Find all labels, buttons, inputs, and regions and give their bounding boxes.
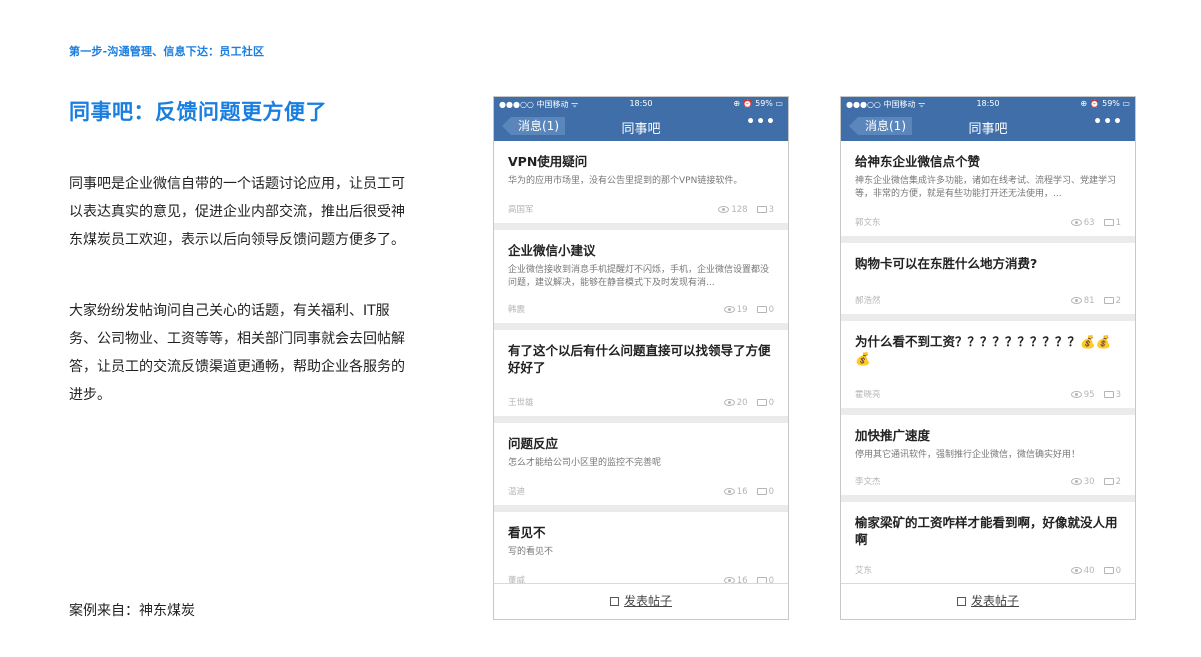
comment-count: 0 — [768, 576, 774, 583]
comment-count: 3 — [1115, 390, 1121, 400]
nav-title: 同事吧 — [621, 122, 661, 137]
comment-icon — [1103, 219, 1114, 226]
compose-post-button[interactable]: 发表帖子 — [494, 583, 788, 619]
post-title: 加快推广速度 — [855, 428, 931, 443]
post-excerpt: 华为的应用市场里，没有公告里提到的那个VPN链接软件。 — [508, 176, 743, 186]
nav-title: 同事吧 — [968, 122, 1008, 137]
post-author: 艾东 — [855, 566, 873, 576]
post-feed: 给神东企业微信点个赞 神东企业微信集成许多功能，诸如在线考试、流程学习、党建学习… — [841, 141, 1135, 583]
status-bar: ●●●○○ 中国移动 ᯤ 18:50 ⊕ ⏰ 59% ▭ — [494, 97, 788, 111]
post-excerpt: 写的看见不 — [508, 547, 554, 557]
view-count: 16 — [736, 487, 748, 497]
post-card[interactable]: 购物卡可以在东胜什么地方消费? 郝浩然 81 2 — [841, 243, 1135, 314]
post-title: 为什么看不到工资？？？？？？？？？？💰💰💰 — [855, 334, 1112, 366]
phone-screenshot-right: ●●●○○ 中国移动 ᯤ 18:50 ⊕ ⏰ 59% ▭ 消息(1) 同事吧 •… — [840, 96, 1136, 620]
post-author: 郝浩然 — [855, 296, 881, 306]
view-count: 19 — [736, 305, 748, 315]
comment-icon — [756, 488, 767, 495]
post-author: 郭文东 — [855, 218, 881, 228]
battery-indicator: ⊕ ⏰ 59% ▭ — [733, 99, 783, 108]
post-author: 李文杰 — [855, 477, 881, 487]
comment-count: 0 — [768, 398, 774, 408]
battery-indicator: ⊕ ⏰ 59% ▭ — [1080, 99, 1130, 108]
views-icon — [723, 306, 735, 313]
nav-bar: 消息(1) 同事吧 ••• — [494, 111, 788, 141]
views-icon — [723, 488, 735, 495]
view-count: 81 — [1083, 296, 1095, 306]
view-count: 128 — [731, 205, 748, 215]
post-title: 看见不 — [508, 525, 546, 540]
post-card[interactable]: 榆家梁矿的工资咋样才能看到啊，好像就没人用啊 艾东 40 0 — [841, 502, 1135, 583]
views-icon — [1070, 478, 1082, 485]
comment-count: 0 — [768, 305, 774, 315]
views-icon — [1070, 567, 1082, 574]
post-title: 购物卡可以在东胜什么地方消费? — [855, 256, 1038, 271]
post-card[interactable]: 问题反应 怎么才能给公司小区里的监控不完善呢 温迪 16 0 — [494, 423, 788, 505]
view-count: 95 — [1083, 390, 1095, 400]
nav-bar: 消息(1) 同事吧 ••• — [841, 111, 1135, 141]
intro-paragraph: 同事吧是企业微信自带的一个话题讨论应用，让员工可以表达真实的意见，促进企业内部交… — [69, 176, 405, 248]
post-title: VPN使用疑问 — [508, 154, 588, 169]
comment-count: 3 — [768, 205, 774, 215]
post-excerpt: 企业微信接收到消息手机提醒灯不闪烁，手机，企业微信设置都没问题，建议解决，能够在… — [508, 265, 770, 288]
post-card[interactable]: 看见不 写的看见不 董威 16 0 — [494, 512, 788, 583]
compose-label: 发表帖子 — [970, 594, 1019, 608]
edit-icon — [609, 597, 619, 606]
phone-screenshot-left: ●●●○○ 中国移动 ᯤ 18:50 ⊕ ⏰ 59% ▭ 消息(1) 同事吧 •… — [493, 96, 789, 620]
post-card[interactable]: 加快推广速度 停用其它通讯软件，强制推行企业微信，微信确实好用！ 李文杰 30 2 — [841, 415, 1135, 495]
more-icon[interactable]: ••• — [1093, 114, 1123, 130]
view-count: 20 — [736, 398, 748, 408]
comment-icon — [756, 306, 767, 313]
case-source: 案例来自：神东煤炭 — [69, 603, 195, 619]
comment-count: 1 — [1115, 218, 1121, 228]
views-icon — [718, 206, 730, 213]
post-feed: VPN使用疑问 华为的应用市场里，没有公告里提到的那个VPN链接软件。 高国军 … — [494, 141, 788, 583]
views-icon — [1070, 219, 1082, 226]
post-card[interactable]: 企业微信小建议 企业微信接收到消息手机提醒灯不闪烁，手机，企业微信设置都没问题，… — [494, 230, 788, 323]
comment-count: 2 — [1115, 477, 1121, 487]
comment-count: 0 — [1115, 566, 1121, 576]
post-title: 问题反应 — [508, 436, 559, 451]
comment-icon — [1103, 297, 1114, 304]
view-count: 30 — [1083, 477, 1095, 487]
post-excerpt: 怎么才能给公司小区里的监控不完善呢 — [508, 458, 662, 468]
detail-paragraph: 大家纷纷发帖询问自己关心的话题，有关福利、IT服务、公司物业、工资等等，相关部门… — [69, 303, 405, 403]
post-card[interactable]: 给神东企业微信点个赞 神东企业微信集成许多功能，诸如在线考试、流程学习、党建学习… — [841, 141, 1135, 236]
post-title: 企业微信小建议 — [508, 243, 596, 258]
post-card[interactable]: VPN使用疑问 华为的应用市场里，没有公告里提到的那个VPN链接软件。 高国军 … — [494, 141, 788, 223]
comment-icon — [1103, 567, 1114, 574]
post-author: 霍晓亮 — [855, 390, 881, 400]
post-author: 高国军 — [508, 205, 534, 215]
comment-icon — [1103, 391, 1114, 398]
post-title: 榆家梁矿的工资咋样才能看到啊，好像就没人用啊 — [855, 515, 1118, 547]
post-card[interactable]: 为什么看不到工资？？？？？？？？？？💰💰💰 霍晓亮 95 3 — [841, 321, 1135, 408]
post-author: 韩震 — [508, 305, 526, 315]
more-icon[interactable]: ••• — [746, 114, 776, 130]
slide-title: 同事吧：反馈问题更方便了 — [69, 100, 327, 124]
comment-count: 2 — [1115, 296, 1121, 306]
views-icon — [1070, 391, 1082, 398]
post-author: 温迪 — [508, 487, 526, 497]
comment-icon — [756, 399, 767, 406]
compose-post-button[interactable]: 发表帖子 — [841, 583, 1135, 619]
post-excerpt: 神东企业微信集成许多功能，诸如在线考试、流程学习、党建学习等，非常的方便，就是有… — [855, 176, 1117, 199]
post-card[interactable]: 有了这个以后有什么问题直接可以找领导了方便好好了 王世雄 20 0 — [494, 330, 788, 416]
view-count: 40 — [1083, 566, 1095, 576]
status-bar: ●●●○○ 中国移动 ᯤ 18:50 ⊕ ⏰ 59% ▭ — [841, 97, 1135, 111]
comment-icon — [756, 206, 767, 213]
step-heading: 第一步-沟通管理、信息下达：员工社区 — [69, 45, 265, 58]
post-author: 王世雄 — [508, 398, 534, 408]
comment-count: 0 — [768, 487, 774, 497]
post-title: 有了这个以后有什么问题直接可以找领导了方便好好了 — [508, 343, 771, 375]
view-count: 16 — [736, 576, 748, 583]
post-excerpt: 停用其它通讯软件，强制推行企业微信，微信确实好用！ — [855, 450, 1081, 460]
post-title: 给神东企业微信点个赞 — [855, 154, 981, 169]
views-icon — [723, 399, 735, 406]
views-icon — [1070, 297, 1082, 304]
comment-icon — [1103, 478, 1114, 485]
edit-icon — [956, 597, 966, 606]
post-author: 董威 — [508, 576, 526, 583]
compose-label: 发表帖子 — [623, 594, 672, 608]
view-count: 63 — [1083, 218, 1095, 228]
